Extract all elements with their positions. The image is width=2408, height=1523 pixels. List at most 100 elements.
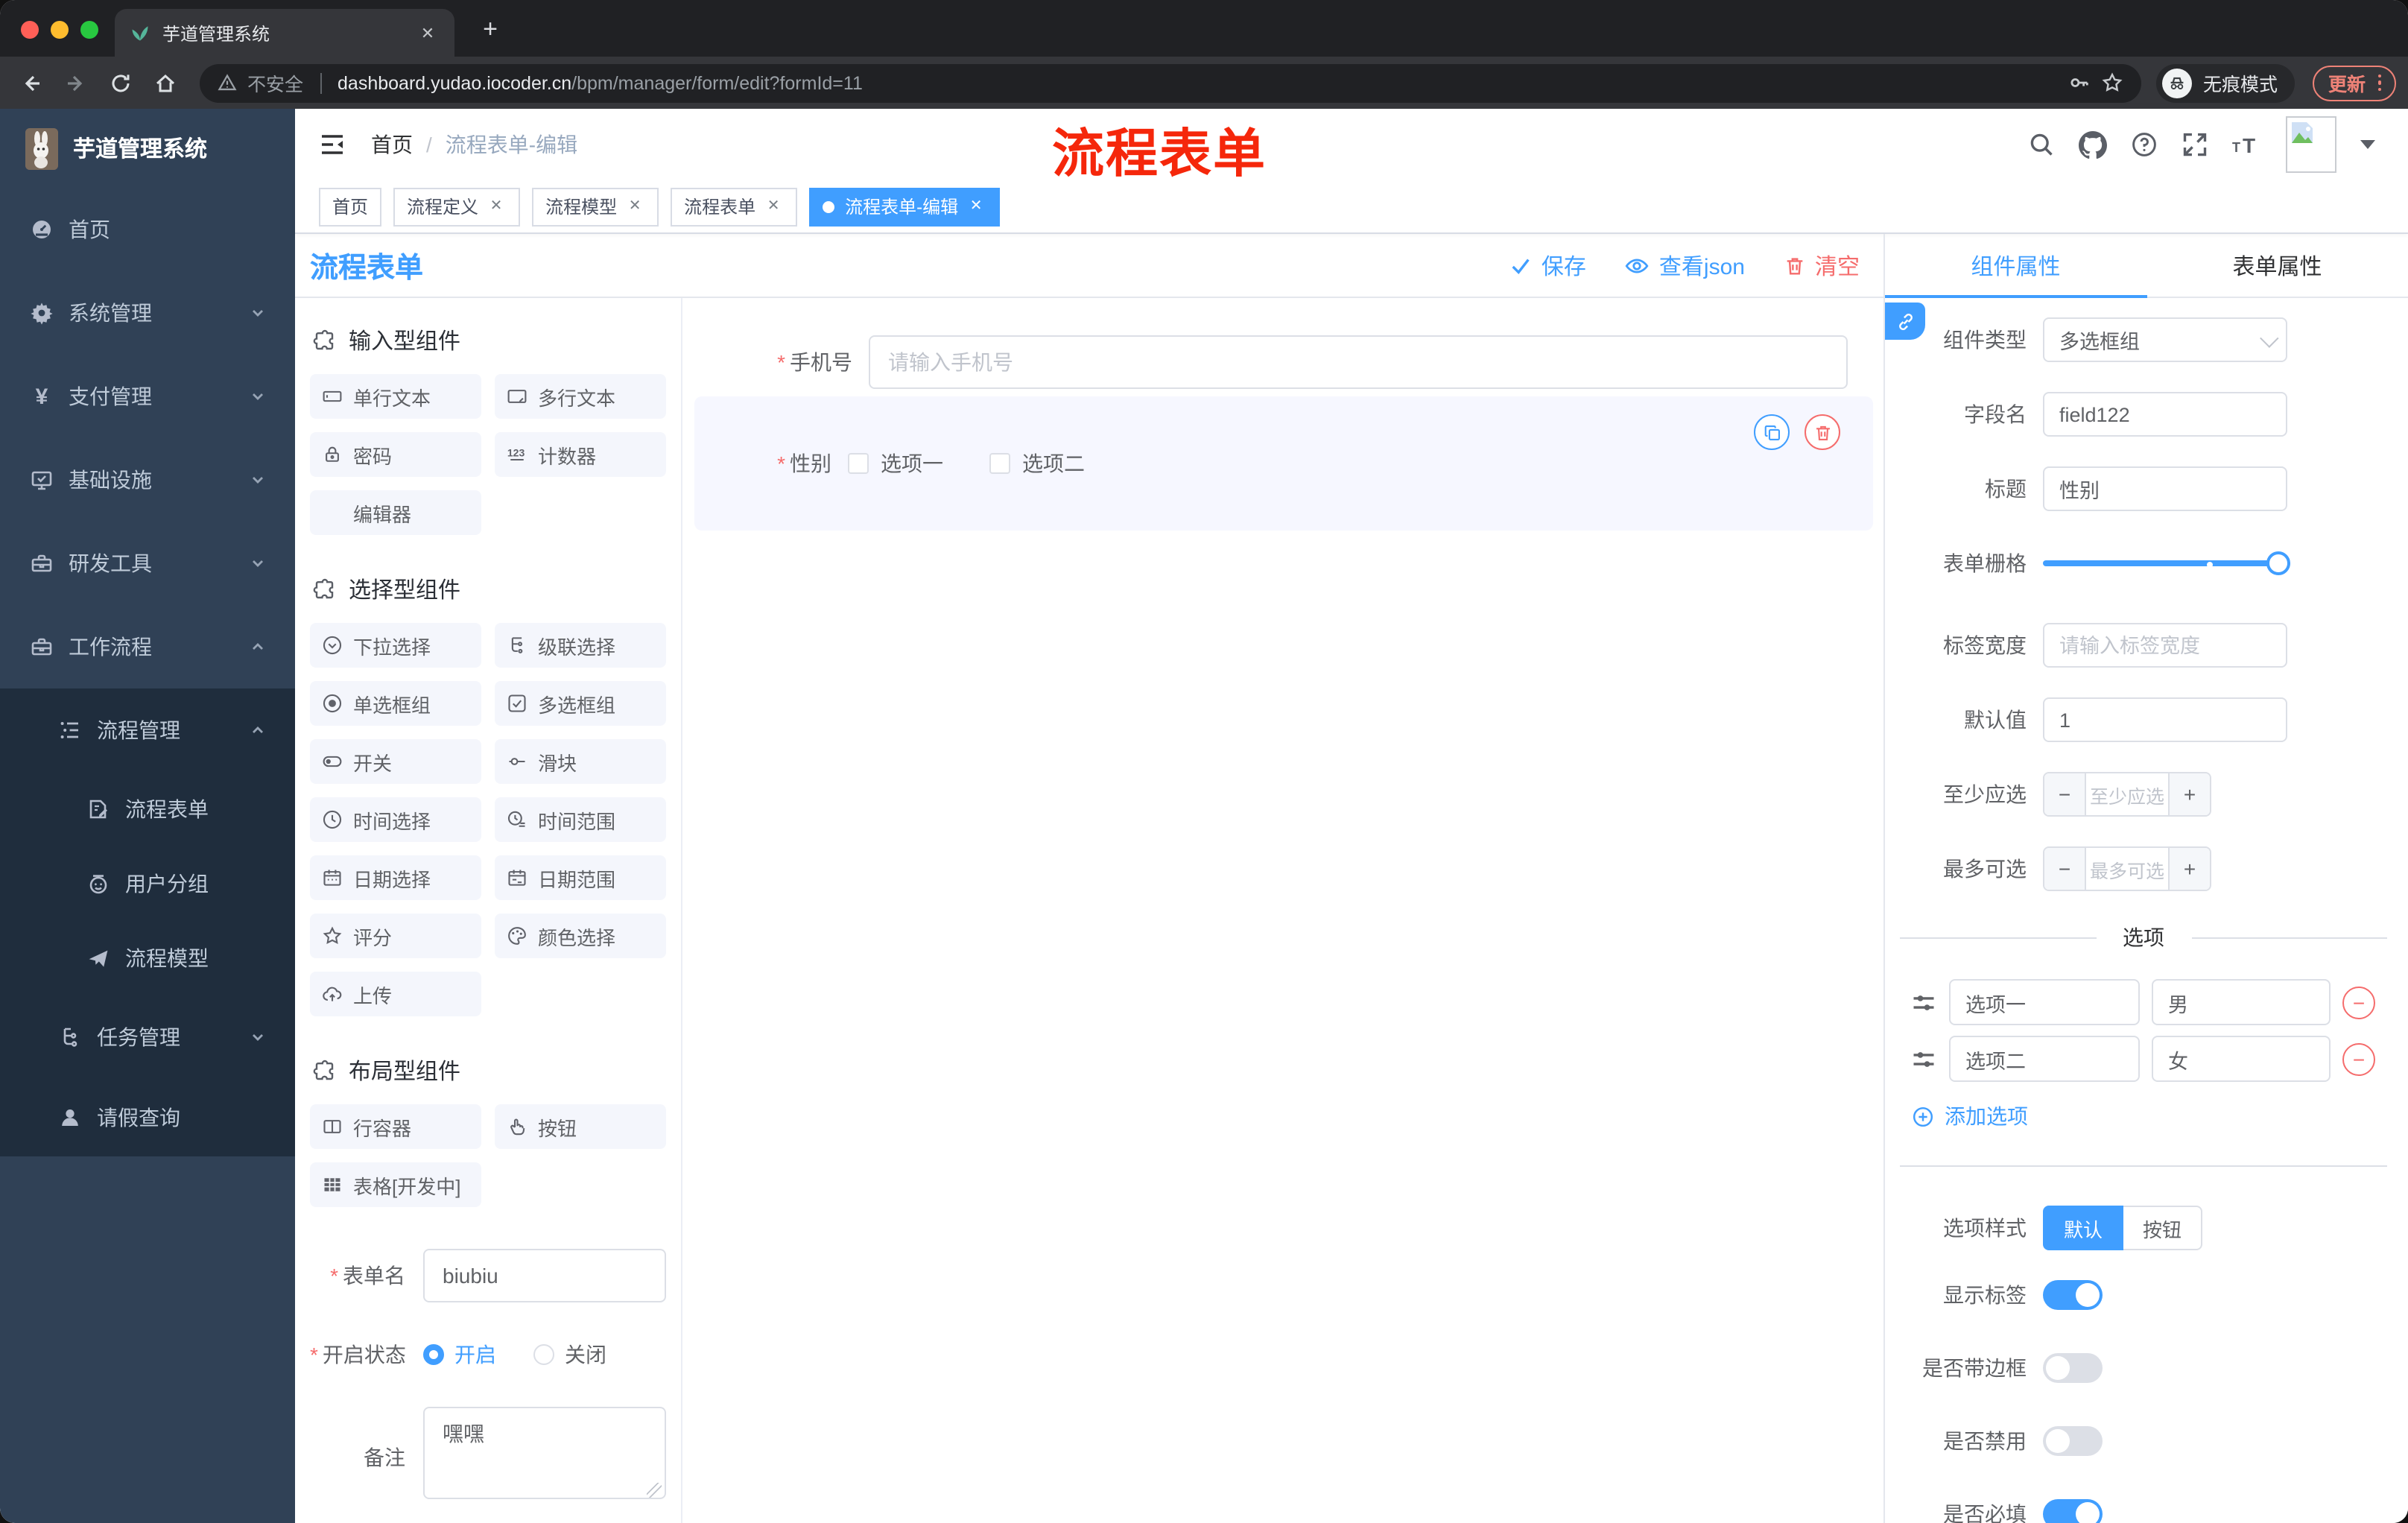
gender-option-2[interactable]: 选项二 — [989, 449, 1085, 478]
drag-handle-icon[interactable] — [1910, 1045, 1937, 1072]
tag-process-model[interactable]: 流程模型 ✕ — [532, 187, 659, 226]
sidebar-collapse-icon[interactable] — [319, 131, 346, 158]
tab-close-icon[interactable]: ✕ — [416, 21, 440, 45]
tag-home[interactable]: 首页 — [319, 187, 382, 226]
option-label-input[interactable] — [1949, 1036, 2140, 1082]
palette-item-editor[interactable]: 编辑器 — [310, 490, 481, 535]
option-value-input[interactable] — [2152, 979, 2331, 1025]
palette-item-time-range[interactable]: 时间范围 — [495, 797, 666, 842]
duplicate-component-button[interactable] — [1754, 414, 1790, 450]
tag-close-icon[interactable]: ✕ — [966, 196, 986, 217]
max-select-value[interactable]: 最多可选 — [2086, 848, 2168, 890]
palette-item-date-range[interactable]: 日期范围 — [495, 855, 666, 900]
slider-track[interactable] — [2043, 560, 2290, 566]
tag-process-form[interactable]: 流程表单 ✕ — [671, 187, 798, 226]
remove-option-button[interactable]: − — [2342, 1042, 2375, 1075]
palette-item-checkbox-group[interactable]: 多选框组 — [495, 681, 666, 726]
sidebar-item-user-group[interactable]: 用户分组 — [0, 846, 295, 921]
sidebar-item-leave-query[interactable]: 请假查询 — [0, 1079, 295, 1156]
tag-close-icon[interactable]: ✕ — [763, 196, 784, 217]
close-window-button[interactable] — [21, 21, 39, 39]
palette-item-time-picker[interactable]: 时间选择 — [310, 797, 481, 842]
avatar-caret-icon[interactable] — [2360, 140, 2375, 149]
tab-form-props[interactable]: 表单属性 — [2146, 234, 2408, 297]
add-option-button[interactable]: 添加选项 — [1912, 1101, 2408, 1131]
increase-button[interactable]: + — [2168, 848, 2210, 890]
palette-item-table[interactable]: 表格[开发中] — [310, 1162, 481, 1207]
palette-item-select[interactable]: 下拉选择 — [310, 623, 481, 668]
sidebar-item-home[interactable]: 首页 — [0, 188, 295, 271]
bookmark-star-icon[interactable] — [2102, 72, 2124, 94]
minimize-window-button[interactable] — [51, 21, 69, 39]
decrease-button[interactable]: − — [2044, 848, 2086, 890]
back-button[interactable] — [12, 63, 51, 102]
password-key-icon[interactable] — [2069, 72, 2091, 94]
canvas-field-gender-selected[interactable]: 性别 选项一 选项二 — [694, 396, 1873, 531]
browser-tab[interactable]: 芋道管理系统 ✕ — [115, 9, 454, 57]
link-tag[interactable] — [1885, 303, 1925, 340]
canvas-field-phone[interactable]: 手机号 — [724, 335, 1848, 389]
font-size-icon[interactable]: TT — [2232, 131, 2262, 158]
sidebar-item-system[interactable]: 系统管理 — [0, 271, 295, 355]
palette-item-row-container[interactable]: 行容器 — [310, 1104, 481, 1149]
sidebar-item-devtools[interactable]: 研发工具 — [0, 522, 295, 605]
update-browser-button[interactable]: 更新 — [2313, 65, 2396, 101]
palette-item-date-picker[interactable]: 日期选择 — [310, 855, 481, 900]
palette-item-color-picker[interactable]: 颜色选择 — [495, 914, 666, 958]
disabled-toggle[interactable] — [2043, 1426, 2103, 1456]
increase-button[interactable]: + — [2168, 773, 2210, 815]
decrease-button[interactable]: − — [2044, 773, 2086, 815]
field-name-input[interactable] — [2043, 392, 2287, 437]
option-value-input[interactable] — [2152, 1036, 2331, 1082]
help-icon[interactable] — [2131, 131, 2158, 158]
palette-item-switch[interactable]: 开关 — [310, 739, 481, 784]
sidebar-item-workflow[interactable]: 工作流程 — [0, 605, 295, 688]
drag-handle-icon[interactable] — [1910, 989, 1937, 1016]
required-toggle[interactable] — [2043, 1499, 2103, 1523]
phone-input[interactable] — [869, 335, 1848, 389]
tag-process-definition[interactable]: 流程定义 ✕ — [393, 187, 521, 226]
style-default-button[interactable]: 默认 — [2043, 1206, 2124, 1250]
tag-close-icon[interactable]: ✕ — [624, 196, 645, 217]
home-button[interactable] — [146, 63, 185, 102]
label-width-input[interactable] — [2043, 623, 2287, 668]
min-select-value[interactable]: 至少应选 — [2086, 773, 2168, 815]
remove-option-button[interactable]: − — [2342, 986, 2375, 1019]
forward-button[interactable] — [57, 63, 95, 102]
delete-component-button[interactable] — [1805, 414, 1840, 450]
sidebar-item-process-management[interactable]: 流程管理 — [0, 688, 295, 772]
tag-process-form-edit[interactable]: 流程表单-编辑 ✕ — [809, 187, 1001, 226]
sidebar-item-process-model[interactable]: 流程模型 — [0, 921, 295, 995]
option-label-input[interactable] — [1949, 979, 2140, 1025]
palette-item-radio-group[interactable]: 单选框组 — [310, 681, 481, 726]
palette-item-counter[interactable]: 123 计数器 — [495, 432, 666, 477]
avatar[interactable] — [2286, 116, 2336, 173]
sidebar-item-task-management[interactable]: 任务管理 — [0, 995, 295, 1079]
zoom-window-button[interactable] — [80, 21, 98, 39]
form-grid-slider[interactable] — [2043, 541, 2290, 586]
checkbox-icon[interactable] — [848, 453, 869, 474]
show-label-toggle[interactable] — [2043, 1280, 2103, 1310]
checkbox-icon[interactable] — [989, 453, 1010, 474]
new-tab-button[interactable]: + — [474, 13, 507, 46]
sidebar-item-process-form[interactable]: 流程表单 — [0, 772, 295, 846]
form-canvas[interactable]: 手机号 性别 选项一 — [682, 298, 1883, 1523]
palette-item-cascader[interactable]: 级联选择 — [495, 623, 666, 668]
sidebar-item-payment[interactable]: ¥ 支付管理 — [0, 355, 295, 438]
component-type-select[interactable]: 多选框组 — [2043, 317, 2287, 362]
palette-item-single-text[interactable]: 单行文本 — [310, 374, 481, 419]
status-off-radio[interactable]: 关闭 — [533, 1340, 606, 1370]
border-toggle[interactable] — [2043, 1353, 2103, 1383]
tag-close-icon[interactable]: ✕ — [486, 196, 507, 217]
style-button-button[interactable]: 按钮 — [2123, 1206, 2203, 1250]
default-value-input[interactable] — [2043, 697, 2287, 742]
github-icon[interactable] — [2079, 130, 2107, 159]
title-input[interactable] — [2043, 466, 2287, 511]
fullscreen-icon[interactable] — [2182, 131, 2208, 158]
form-name-input[interactable] — [423, 1249, 666, 1302]
gender-option-1[interactable]: 选项一 — [848, 449, 943, 478]
save-button[interactable]: 保存 — [1510, 250, 1586, 281]
status-on-radio[interactable]: 开启 — [423, 1340, 496, 1370]
address-bar[interactable]: 不安全 dashboard.yudao.iocoder.cn/bpm/manag… — [200, 63, 2142, 102]
palette-item-slider[interactable]: 滑块 — [495, 739, 666, 784]
